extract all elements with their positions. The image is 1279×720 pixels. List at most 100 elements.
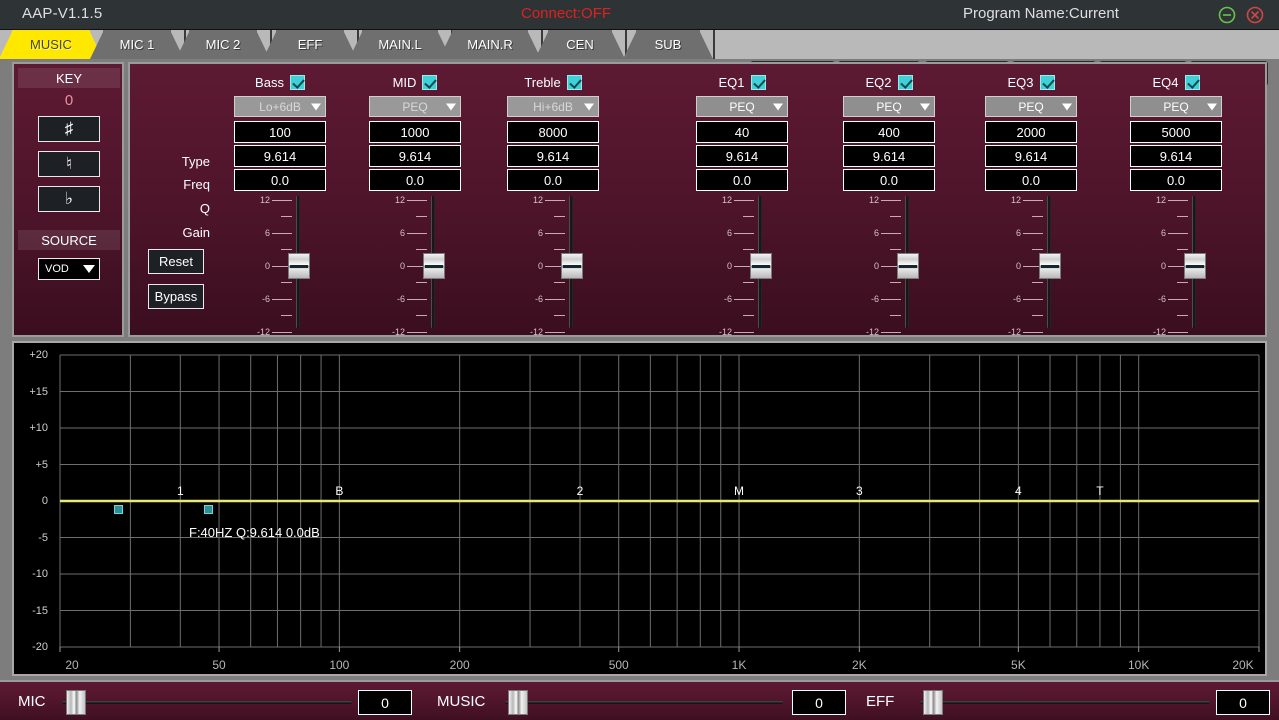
level-slider-track-music[interactable] <box>505 701 783 704</box>
eq-gain-input[interactable]: 0.0 <box>1130 169 1222 191</box>
fader-tick-minor <box>416 216 427 217</box>
fader-knob[interactable] <box>288 253 310 279</box>
eq-type-select[interactable]: Hi+6dB <box>507 96 599 117</box>
tab-mic-1[interactable]: MIC 1 <box>103 30 171 59</box>
eq-type-select[interactable]: PEQ <box>1130 96 1222 117</box>
key-flat-button[interactable]: ♭ <box>38 186 100 212</box>
fader-tick-major <box>545 233 565 234</box>
level-slider-knob-music[interactable] <box>508 690 528 715</box>
level-label-mic: MIC <box>18 693 46 710</box>
eq-gain-input[interactable]: 0.0 <box>234 169 326 191</box>
fader-tick-label: -6 <box>383 294 405 304</box>
eq-gain-fader[interactable]: 1260-6-12 <box>692 194 792 330</box>
eq-q-input[interactable]: 9.614 <box>985 145 1077 167</box>
eq-freq-input[interactable]: 400 <box>843 121 935 143</box>
tab-sub[interactable]: SUB <box>636 30 700 59</box>
eq-response-graph[interactable]: +20+15+10+50-5-10-15-2020501002005001K2K… <box>12 341 1267 676</box>
level-slider-knob-mic[interactable] <box>66 690 86 715</box>
eq-gain-fader[interactable]: 1260-6-12 <box>839 194 939 330</box>
eq-q-input[interactable]: 9.614 <box>507 145 599 167</box>
fader-knob[interactable] <box>897 253 919 279</box>
tab-eff[interactable]: EFF <box>276 30 344 59</box>
eq-type-select[interactable]: PEQ <box>369 96 461 117</box>
level-value-music[interactable]: 0 <box>792 690 846 715</box>
eq-band-enable-checkbox[interactable] <box>422 75 437 90</box>
eq-gain-fader[interactable]: 1260-6-12 <box>365 194 465 330</box>
eq-gain-fader[interactable]: 1260-6-12 <box>503 194 603 330</box>
level-slider-knob-eff[interactable] <box>923 690 943 715</box>
eq-gain-input[interactable]: 0.0 <box>369 169 461 191</box>
tab-cen[interactable]: CEN <box>548 30 612 59</box>
eq-q-input[interactable]: 9.614 <box>696 145 788 167</box>
reset-button[interactable]: Reset <box>148 249 204 274</box>
level-slider-track-eff[interactable] <box>920 701 1210 704</box>
eq-gain-input[interactable]: 0.0 <box>507 169 599 191</box>
eq-q-input[interactable]: 9.614 <box>234 145 326 167</box>
eq-type-select[interactable]: Lo+6dB <box>234 96 326 117</box>
graph-band-marker[interactable]: 3 <box>856 484 863 498</box>
eq-q-input[interactable]: 9.614 <box>1130 145 1222 167</box>
eq-gain-fader[interactable]: 1260-6-12 <box>230 194 330 330</box>
level-value-mic[interactable]: 0 <box>358 690 412 715</box>
eq-freq-input[interactable]: 40 <box>696 121 788 143</box>
eq-freq-input[interactable]: 5000 <box>1130 121 1222 143</box>
minimize-circle-icon[interactable] <box>1218 6 1236 24</box>
eq-panel: Type Freq Q Gain Reset Bypass BassLo+6dB… <box>128 62 1267 337</box>
graph-band-marker[interactable]: 2 <box>577 484 584 498</box>
graph-band-marker[interactable]: B <box>335 484 343 498</box>
graph-eq-handle[interactable] <box>114 505 123 514</box>
key-sharp-button[interactable]: ♯ <box>38 116 100 142</box>
fader-tick-major <box>881 200 901 201</box>
eq-q-input[interactable]: 9.614 <box>843 145 935 167</box>
fader-tick-label: 12 <box>248 195 270 205</box>
tab-main-r[interactable]: MAIN.R <box>452 30 528 59</box>
fader-tick-major <box>545 332 565 333</box>
graph-band-marker[interactable]: 1 <box>177 484 184 498</box>
eq-type-select[interactable]: PEQ <box>696 96 788 117</box>
tab-mic-2[interactable]: MIC 2 <box>189 30 257 59</box>
bypass-button[interactable]: Bypass <box>148 284 204 309</box>
eq-q-input[interactable]: 9.614 <box>369 145 461 167</box>
eq-gain-fader[interactable]: 1260-6-12 <box>1126 194 1226 330</box>
fader-knob[interactable] <box>1184 253 1206 279</box>
eq-band-enable-checkbox[interactable] <box>751 75 766 90</box>
fader-knob[interactable] <box>561 253 583 279</box>
tab-music[interactable]: MUSIC <box>12 30 90 59</box>
graph-band-marker[interactable]: 4 <box>1015 484 1022 498</box>
eq-type-select[interactable]: PEQ <box>843 96 935 117</box>
source-select[interactable]: VOD <box>38 258 100 280</box>
app-window: AAP-V1.1.5 Connect:OFF Program Name:Curr… <box>0 0 1279 720</box>
tab-main-l[interactable]: MAIN.L <box>362 30 438 59</box>
eq-freq-input[interactable]: 1000 <box>369 121 461 143</box>
fader-knob[interactable] <box>423 253 445 279</box>
fader-tick-major <box>407 299 427 300</box>
fader-knob[interactable] <box>750 253 772 279</box>
fader-knob[interactable] <box>1039 253 1061 279</box>
eq-band-enable-checkbox[interactable] <box>1185 75 1200 90</box>
eq-freq-input[interactable]: 100 <box>234 121 326 143</box>
eq-type-select[interactable]: PEQ <box>985 96 1077 117</box>
graph-plot-area[interactable]: +20+15+10+50-5-10-15-2020501002005001K2K… <box>14 343 1265 674</box>
eq-band-enable-checkbox[interactable] <box>567 75 582 90</box>
fader-tick-major <box>1168 200 1188 201</box>
eq-gain-input[interactable]: 0.0 <box>696 169 788 191</box>
graph-eq-handle[interactable] <box>204 505 213 514</box>
source-header: SOURCE <box>18 230 120 250</box>
level-slider-track-mic[interactable] <box>62 701 352 704</box>
eq-freq-input[interactable]: 8000 <box>507 121 599 143</box>
fader-tick-label: 0 <box>1144 261 1166 271</box>
eq-gain-fader[interactable]: 1260-6-12 <box>981 194 1081 330</box>
graph-band-marker[interactable]: M <box>734 484 744 498</box>
eq-band-header: Bass <box>230 74 330 90</box>
eq-band-bass: Bass Lo+6dB 1009.6140.0 1260-6-12 <box>230 70 330 332</box>
eq-band-enable-checkbox[interactable] <box>290 75 305 90</box>
eq-band-enable-checkbox[interactable] <box>898 75 913 90</box>
eq-gain-input[interactable]: 0.0 <box>985 169 1077 191</box>
level-value-eff[interactable]: 0 <box>1216 690 1270 715</box>
eq-freq-input[interactable]: 2000 <box>985 121 1077 143</box>
graph-band-marker[interactable]: T <box>1096 484 1103 498</box>
close-circle-icon[interactable] <box>1246 6 1264 24</box>
eq-band-enable-checkbox[interactable] <box>1040 75 1055 90</box>
key-natural-button[interactable]: ♮ <box>38 151 100 177</box>
eq-gain-input[interactable]: 0.0 <box>843 169 935 191</box>
